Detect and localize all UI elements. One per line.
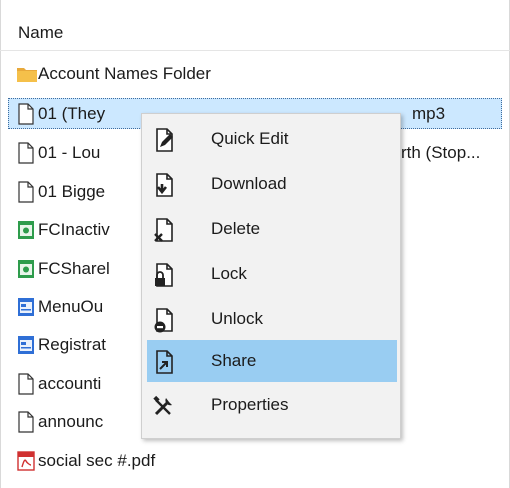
menu-item-lock[interactable]: Lock (142, 253, 400, 297)
list-item-label-right: mp3 (412, 104, 446, 123)
folder-icon (16, 63, 37, 85)
menu-item-label: Quick Edit (211, 129, 289, 148)
menu-item-label: Download (211, 174, 287, 193)
menu-item-properties[interactable]: Properties (142, 384, 400, 428)
image-file-icon (16, 219, 36, 241)
menu-item-label: Share (211, 351, 257, 370)
menu-item-delete[interactable]: Delete (142, 208, 400, 252)
name-column-header[interactable]: Name (0, 14, 510, 51)
list-item-label-right: rth (Stop... (401, 143, 481, 162)
list-item-label: announc (38, 412, 104, 431)
menu-item-download[interactable]: Download (142, 163, 400, 207)
file-icon (16, 103, 36, 125)
download-icon (152, 171, 178, 199)
image-file-icon (16, 258, 36, 280)
list-item-label: 01 Bigge (38, 182, 106, 201)
list-item-label: MenuOu (38, 297, 104, 316)
menu-item-label: Delete (211, 219, 261, 238)
file-icon (16, 411, 36, 433)
list-item-label: 01 - Lou (38, 143, 101, 162)
list-item-label: social sec #.pdf (38, 451, 156, 470)
document-file-icon (16, 334, 36, 356)
list-item-label: FCInactiv (38, 220, 110, 239)
pdf-file-icon (16, 450, 36, 472)
name-column-label: Name (18, 23, 64, 42)
list-item-label: FCSharel (38, 259, 110, 278)
menu-item-label: Properties (211, 395, 289, 414)
list-item-label: accounti (38, 374, 102, 393)
unlock-icon (152, 306, 178, 334)
properties-icon (152, 392, 178, 420)
file-icon (16, 181, 36, 203)
file-icon (16, 142, 36, 164)
top-clipped-area (0, 0, 510, 13)
list-item-label: Registrat (38, 335, 107, 354)
context-menu: Quick Edit Download Delete Lock Unlock S… (141, 113, 401, 439)
share-icon (152, 348, 178, 376)
menu-item-unlock[interactable]: Unlock (142, 298, 400, 342)
menu-item-label: Lock (211, 264, 247, 283)
list-item[interactable]: social sec #.pdf (0, 444, 510, 478)
list-item-label: 01 (They (38, 104, 106, 123)
file-icon (16, 373, 36, 395)
document-file-icon (16, 296, 36, 318)
lock-icon (152, 261, 178, 289)
list-item-label: Account Names Folder (38, 64, 211, 83)
menu-item-quick-edit[interactable]: Quick Edit (142, 118, 400, 162)
menu-item-label: Unlock (211, 309, 263, 328)
menu-item-share[interactable]: Share (147, 340, 397, 382)
list-item[interactable]: Account Names Folder (0, 57, 510, 91)
quick-edit-icon (152, 126, 178, 154)
delete-icon (152, 216, 178, 244)
